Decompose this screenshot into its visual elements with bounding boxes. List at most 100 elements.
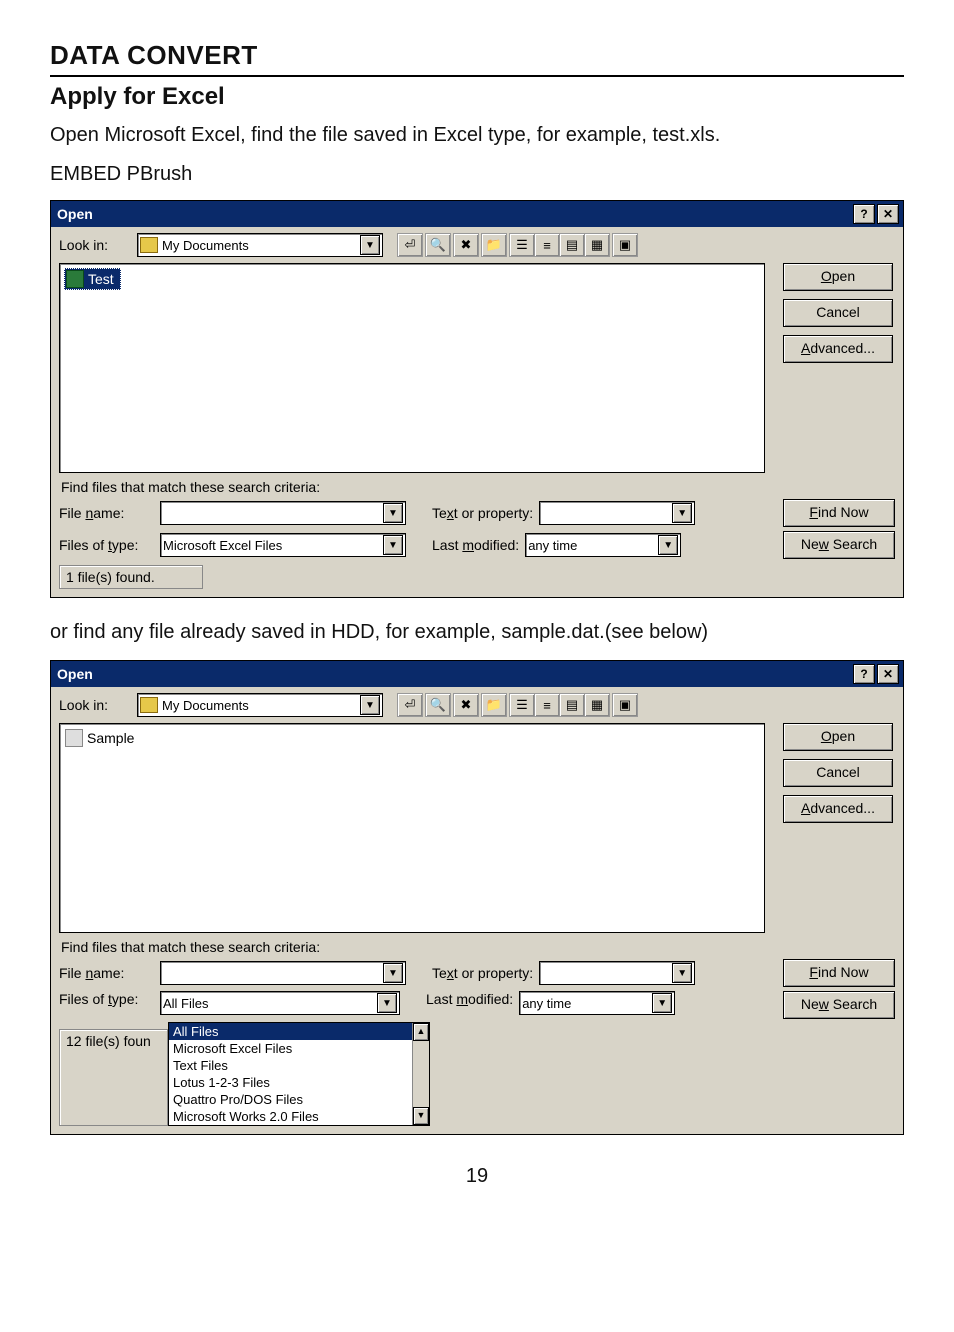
lookin-label: Look in:: [59, 697, 129, 713]
subheading: Apply for Excel: [50, 83, 904, 111]
find-now-button[interactable]: Find Now: [783, 499, 895, 527]
dropdown-option[interactable]: Microsoft Works 2.0 Files: [169, 1108, 429, 1125]
second-paragraph: or find any file already saved in HDD, f…: [50, 618, 904, 646]
open-button[interactable]: Open: [783, 263, 893, 291]
folder-icon: [140, 237, 158, 253]
chevron-down-icon[interactable]: ▼: [652, 993, 672, 1013]
help-button[interactable]: ?: [853, 204, 875, 224]
lookin-value: My Documents: [162, 698, 360, 713]
lookin-combo[interactable]: My Documents ▼: [137, 233, 383, 257]
chevron-down-icon[interactable]: ▼: [377, 993, 397, 1013]
filename-field[interactable]: ▼: [160, 961, 406, 985]
text-or-property-label: Text or property:: [432, 965, 533, 981]
advanced-button[interactable]: Advanced...: [783, 335, 893, 363]
scroll-down-icon[interactable]: ▼: [413, 1107, 429, 1125]
list-view-icon[interactable]: ☰: [510, 694, 535, 716]
file-list-area[interactable]: Test: [59, 263, 765, 473]
new-search-button[interactable]: New Search: [783, 531, 895, 559]
chevron-down-icon[interactable]: ▼: [658, 535, 678, 555]
up-one-level-icon[interactable]: ⏎: [397, 233, 423, 257]
search-web-icon[interactable]: 🔍: [425, 693, 451, 717]
chevron-down-icon[interactable]: ▼: [383, 503, 403, 523]
heading-rule: [50, 75, 904, 77]
file-item-label: Test: [88, 271, 114, 287]
lookin-label: Look in:: [59, 237, 129, 253]
intro-paragraph: Open Microsoft Excel, find the file save…: [50, 121, 904, 149]
filesoftype-field[interactable]: Microsoft Excel Files ▼: [160, 533, 406, 557]
delete-icon[interactable]: ✖: [453, 233, 479, 257]
generic-file-icon: [65, 729, 83, 747]
properties-view-icon[interactable]: ▤: [560, 694, 585, 716]
dropdown-option[interactable]: All Files: [169, 1023, 429, 1040]
open-button[interactable]: Open: [783, 723, 893, 751]
dialog-title: Open: [55, 666, 93, 682]
new-folder-icon[interactable]: 📁: [481, 693, 507, 717]
lastmodified-field[interactable]: any time ▼: [519, 991, 675, 1015]
toolbar-icon-group: ⏎ 🔍 ✖ 📁 ☰ ≡ ▤ ▦ ▣: [397, 233, 638, 257]
open-dialog-2: Open ? ✕ Look in: My Documents ▼ ⏎ 🔍 ✖ 📁…: [50, 660, 904, 1135]
file-item[interactable]: Sample: [64, 728, 140, 748]
dropdown-option[interactable]: Lotus 1-2-3 Files: [169, 1074, 429, 1091]
dropdown-option[interactable]: Microsoft Excel Files: [169, 1040, 429, 1057]
chevron-down-icon[interactable]: ▼: [360, 695, 380, 715]
file-item-selected[interactable]: Test: [64, 268, 121, 290]
new-folder-icon[interactable]: 📁: [481, 233, 507, 257]
find-now-button[interactable]: Find Now: [783, 959, 895, 987]
scroll-up-icon[interactable]: ▲: [413, 1023, 429, 1041]
close-button[interactable]: ✕: [877, 664, 899, 684]
commands-and-settings-icon[interactable]: ▣: [612, 233, 638, 257]
filesoftype-label: Files of type:: [59, 991, 154, 1007]
new-search-button[interactable]: New Search: [783, 991, 895, 1019]
cancel-button[interactable]: Cancel: [783, 759, 893, 787]
filesoftype-dropdown[interactable]: All Files Microsoft Excel Files Text Fil…: [168, 1022, 430, 1126]
details-view-icon[interactable]: ≡: [535, 234, 560, 256]
embed-line: EMBED PBrush: [50, 163, 904, 186]
file-item-label: Sample: [87, 730, 134, 746]
lastmodified-label: Last modified:: [426, 991, 513, 1007]
preview-view-icon[interactable]: ▦: [585, 234, 609, 256]
details-view-icon[interactable]: ≡: [535, 694, 560, 716]
file-list-area[interactable]: Sample: [59, 723, 765, 933]
excel-file-icon: [66, 270, 84, 288]
filename-label: File name:: [59, 505, 154, 521]
open-dialog-1: Open ? ✕ Look in: My Documents ▼ ⏎ 🔍 ✖ 📁…: [50, 200, 904, 598]
lastmodified-label: Last modified:: [432, 537, 519, 553]
status-text: 12 file(s) foun: [59, 1029, 168, 1126]
up-one-level-icon[interactable]: ⏎: [397, 693, 423, 717]
folder-icon: [140, 697, 158, 713]
commands-and-settings-icon[interactable]: ▣: [612, 693, 638, 717]
chevron-down-icon[interactable]: ▼: [360, 235, 380, 255]
lookin-value: My Documents: [162, 238, 360, 253]
chevron-down-icon[interactable]: ▼: [383, 535, 403, 555]
search-caption: Find files that match these search crite…: [61, 479, 895, 495]
chevron-down-icon[interactable]: ▼: [383, 963, 403, 983]
advanced-button[interactable]: Advanced...: [783, 795, 893, 823]
dialog-title: Open: [55, 206, 93, 222]
text-or-property-label: Text or property:: [432, 505, 533, 521]
dropdown-scrollbar[interactable]: ▲ ▼: [412, 1023, 429, 1125]
delete-icon[interactable]: ✖: [453, 693, 479, 717]
list-view-icon[interactable]: ☰: [510, 234, 535, 256]
titlebar: Open ? ✕: [51, 661, 903, 687]
lastmodified-field[interactable]: any time ▼: [525, 533, 681, 557]
filename-field[interactable]: ▼: [160, 501, 406, 525]
properties-view-icon[interactable]: ▤: [560, 234, 585, 256]
status-text: 1 file(s) found.: [59, 565, 203, 589]
search-web-icon[interactable]: 🔍: [425, 233, 451, 257]
chevron-down-icon[interactable]: ▼: [672, 503, 692, 523]
close-button[interactable]: ✕: [877, 204, 899, 224]
chevron-down-icon[interactable]: ▼: [672, 963, 692, 983]
help-button[interactable]: ?: [853, 664, 875, 684]
dropdown-option[interactable]: Quattro Pro/DOS Files: [169, 1091, 429, 1108]
search-caption: Find files that match these search crite…: [61, 939, 895, 955]
cancel-button[interactable]: Cancel: [783, 299, 893, 327]
filesoftype-field[interactable]: All Files ▼: [160, 991, 400, 1015]
titlebar: Open ? ✕: [51, 201, 903, 227]
dropdown-option[interactable]: Text Files: [169, 1057, 429, 1074]
text-or-property-field[interactable]: ▼: [539, 501, 695, 525]
filesoftype-label: Files of type:: [59, 537, 154, 553]
lookin-combo[interactable]: My Documents ▼: [137, 693, 383, 717]
text-or-property-field[interactable]: ▼: [539, 961, 695, 985]
preview-view-icon[interactable]: ▦: [585, 694, 609, 716]
toolbar-icon-group: ⏎ 🔍 ✖ 📁 ☰ ≡ ▤ ▦ ▣: [397, 693, 638, 717]
